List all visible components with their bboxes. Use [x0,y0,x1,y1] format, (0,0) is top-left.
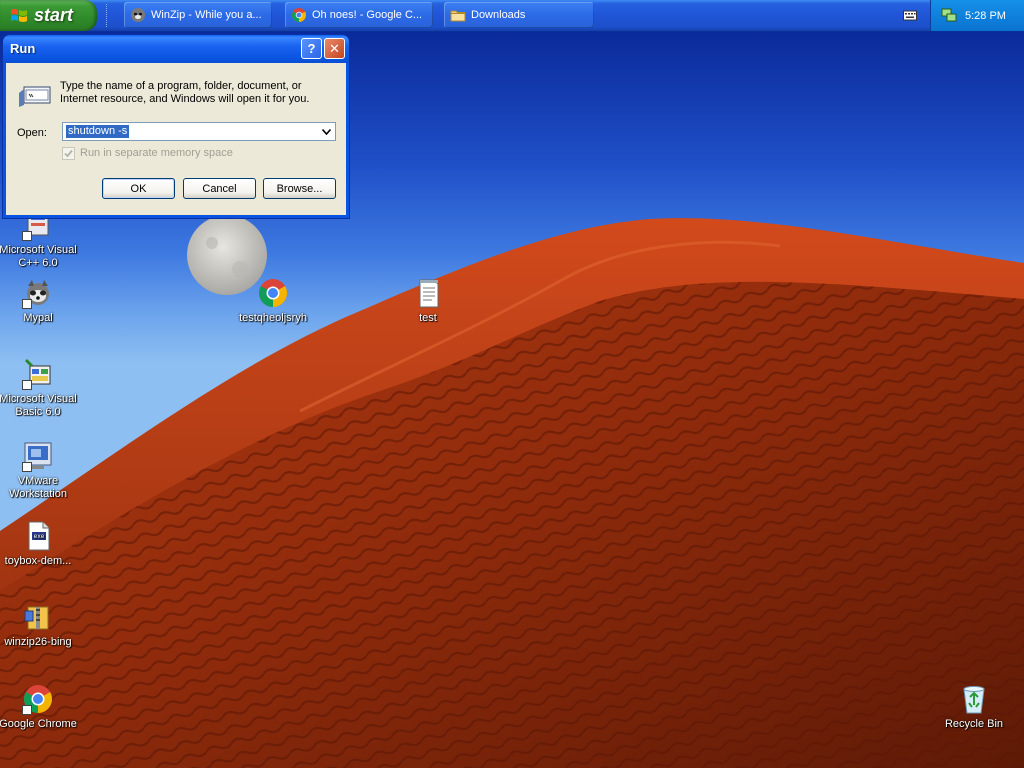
dialog-title: Run [10,41,36,56]
taskbar-button-winzip[interactable]: WinZip - While you a... [124,2,272,28]
shortcut-arrow-icon [22,462,32,472]
desktop-icon-recycle-bin[interactable]: Recycle Bin [934,683,1014,731]
taskbar-button-chrome[interactable]: Oh noes! - Google C... [285,2,433,28]
desktop-icon-label: Mypal [23,312,53,324]
taskbar-button-label: Oh noes! - Google C... [312,9,423,21]
run-titlebar[interactable]: Run ? ✕ [3,35,349,63]
shortcut-arrow-icon [22,380,32,390]
recycle-bin-icon [958,683,990,715]
cancel-button[interactable]: Cancel [183,178,256,199]
separate-memory-label: Run in separate memory space [80,147,233,159]
desktop-icon-toybox[interactable]: exe toybox-dem... [0,520,78,568]
desktop-icon-label: test [419,312,437,324]
browse-button-label: Browse... [276,182,323,195]
desktop-icon-label: winzip26-bing [4,636,72,648]
desktop-icon-google-chrome[interactable]: Google Chrome [0,683,78,731]
network-icon[interactable] [941,7,957,23]
chrome-icon [292,8,306,22]
checkmark-icon [64,149,73,158]
winzip-icon [131,8,145,22]
run-dialog-body: Type the name of a program, folder, docu… [6,63,346,215]
desktop-icon-label: Recycle Bin [944,718,1004,730]
ok-button[interactable]: OK [102,178,175,199]
desktop-icon-label: Google Chrome [0,718,77,730]
shortcut-arrow-icon [22,705,32,715]
desktop-icon-label: toybox-dem... [4,555,72,567]
start-label: start [34,5,74,25]
desktop-icon-label: testqheoljsryh [239,312,307,324]
windows-flag-icon [11,8,27,22]
winzip-icon [22,601,54,633]
desktop-icon-visual-basic[interactable]: Microsoft Visual Basic 6.0 [0,358,78,419]
taskbar-button-label: Downloads [471,9,526,21]
file-icon: exe [22,520,54,552]
help-icon: ? [307,41,316,56]
folder-icon [450,10,466,22]
desktop-icon-test[interactable]: test [388,277,468,325]
taskbar-button-label: WinZip - While you a... [151,9,262,21]
run-program-icon [19,86,51,107]
desktop-icon-label: Microsoft Visual Basic 6.0 [0,393,77,418]
visual-basic-icon [22,358,54,390]
desktop-icon-testqheoljsryh[interactable]: testqheoljsryh [233,277,313,325]
keyboard-icon[interactable] [903,9,917,21]
chevron-down-icon [322,128,331,135]
help-button[interactable]: ? [301,38,322,59]
shortcut-arrow-icon [22,231,32,241]
vmware-icon [22,440,54,472]
close-icon: ✕ [329,40,340,56]
svg-text:exe: exe [34,533,45,540]
desktop-icon-mypal[interactable]: Mypal [0,277,78,325]
ok-button-label: OK [130,182,147,195]
mypal-icon [22,277,54,309]
browse-button[interactable]: Browse... [263,178,336,199]
open-label: Open: [17,127,47,139]
cancel-button-label: Cancel [202,182,237,195]
close-button[interactable]: ✕ [324,38,345,59]
chrome-icon [257,277,289,309]
taskbar-button-downloads[interactable]: Downloads [444,2,594,28]
desktop-icon-label: VMware Workstation [9,475,67,500]
run-dialog: Run ? ✕ Type the name of a program, fold… [3,35,349,218]
taskbar: start WinZip - While you a... Oh noes! -… [0,0,1024,32]
text-file-icon [412,277,444,309]
separate-memory-checkbox[interactable] [62,147,75,160]
chrome-icon [22,683,54,715]
shortcut-arrow-icon [22,299,32,309]
desktop-icon-label: Microsoft Visual C++ 6.0 [0,244,77,269]
open-input[interactable]: shutdown -s [66,125,130,138]
start-button[interactable]: start [0,0,97,31]
desktop-icon-winzip[interactable]: winzip26-bing [0,601,78,649]
desktop-icon-vmware[interactable]: VMware Workstation [0,440,78,501]
run-description: Type the name of a program, folder, docu… [60,80,310,105]
open-combobox[interactable]: shutdown -s [62,122,336,141]
desktop-icon-visual-cpp[interactable]: Microsoft Visual C++ 6.0 [0,209,78,270]
system-tray: 5:28 PM [930,0,1024,31]
combobox-dropdown-button[interactable] [318,123,335,140]
taskbar-grip[interactable] [106,4,110,27]
clock[interactable]: 5:28 PM [965,10,1006,22]
